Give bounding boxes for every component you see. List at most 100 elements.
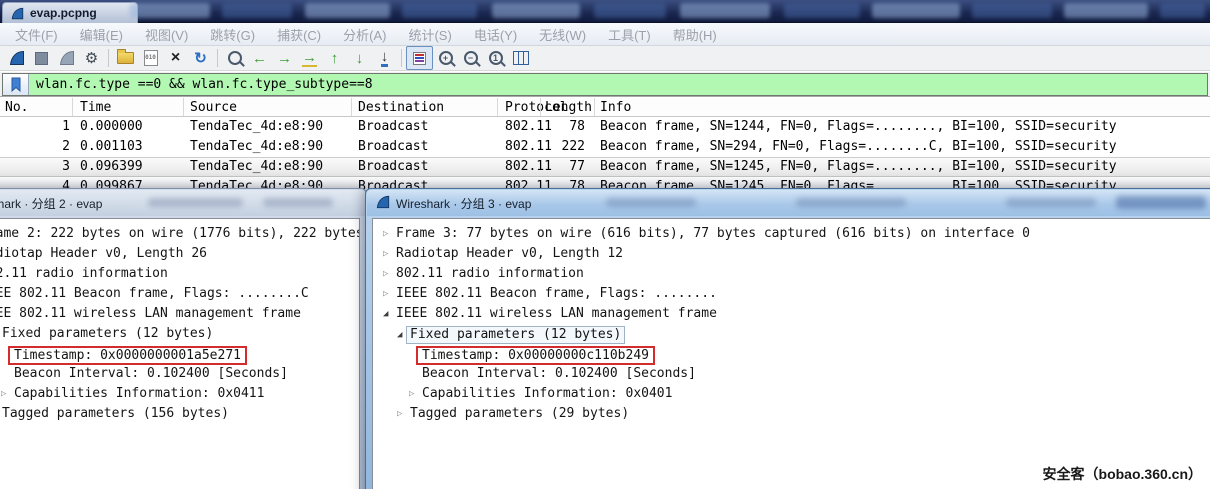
- expander-icon[interactable]: [1, 389, 14, 399]
- tree-row-label: Tagged parameters (156 bytes): [2, 406, 229, 421]
- taskbar-ghost-tab[interactable]: [680, 3, 770, 18]
- tree-row[interactable]: IEEE 802.11 Beacon frame, Flags: .......…: [0, 286, 359, 306]
- go-forward-icon[interactable]: →: [272, 47, 297, 69]
- packet-row-2[interactable]: 2 0.001103 TendaTec_4d:e8:90 Broadcast 8…: [0, 137, 1210, 157]
- menu-tools[interactable]: 工具(T): [597, 25, 662, 44]
- column-header-source[interactable]: Source: [190, 100, 237, 115]
- taskbar-ghost-tab[interactable]: [872, 3, 960, 18]
- filter-bar: [0, 72, 1210, 97]
- restart-capture-icon[interactable]: [54, 47, 79, 69]
- menu-file[interactable]: 文件(F): [4, 25, 69, 44]
- menu-analyze[interactable]: 分析(A): [332, 25, 397, 44]
- zoom-in-icon[interactable]: +: [433, 47, 458, 69]
- menu-capture[interactable]: 捕获(C): [266, 25, 332, 44]
- expander-icon[interactable]: [383, 269, 396, 279]
- tree-row[interactable]: 802.11 radio information: [373, 266, 1210, 286]
- tree-row[interactable]: Tagged parameters (29 bytes): [373, 406, 1210, 426]
- menu-help[interactable]: 帮助(H): [662, 25, 728, 44]
- display-filter-input[interactable]: [29, 74, 1207, 95]
- packet-list-header: No. Time Source Destination Protocol Len…: [0, 98, 1210, 117]
- go-to-packet-icon[interactable]: →: [297, 47, 322, 69]
- taskbar-ghost-tab[interactable]: [130, 3, 210, 18]
- tree-row[interactable]: IEEE 802.11 wireless LAN management fram…: [373, 306, 1210, 326]
- aero-ghost: [606, 198, 696, 207]
- window-titlebar[interactable]: Wireshark · 分组 2 · evap: [0, 189, 366, 216]
- column-header-no[interactable]: No.: [5, 100, 28, 115]
- taskbar-ghost-tab[interactable]: [784, 3, 860, 18]
- expander-icon[interactable]: [383, 249, 396, 259]
- stop-capture-icon[interactable]: [29, 47, 54, 69]
- tree-row[interactable]: IEEE 802.11 wireless LAN management fram…: [0, 306, 359, 326]
- expander-icon[interactable]: [383, 309, 396, 319]
- reload-file-icon[interactable]: ↻: [188, 47, 213, 69]
- tree-row[interactable]: Radiotap Header v0, Length 26: [0, 246, 359, 266]
- detail-window-packet-2: Wireshark · 分组 2 · evap Frame 2: 222 byt…: [0, 188, 367, 489]
- tree-row-timestamp[interactable]: Timestamp: 0x0000000001a5e271: [0, 346, 359, 366]
- column-header-info[interactable]: Info: [600, 100, 631, 115]
- packet-row-3-selected[interactable]: 3 0.096399 TendaTec_4d:e8:90 Broadcast 8…: [0, 157, 1210, 177]
- taskbar-ghost-tab[interactable]: [305, 3, 390, 18]
- expander-icon[interactable]: [397, 409, 410, 419]
- cell-no: 2: [10, 137, 70, 157]
- start-capture-icon[interactable]: [4, 47, 29, 69]
- filter-bookmark-button[interactable]: [3, 74, 29, 95]
- open-file-icon[interactable]: [113, 47, 138, 69]
- menu-telephony[interactable]: 电话(Y): [463, 25, 528, 44]
- close-file-icon[interactable]: ×: [163, 47, 188, 69]
- menu-view[interactable]: 视图(V): [134, 25, 199, 44]
- menu-go[interactable]: 跳转(G): [199, 25, 266, 44]
- menu-edit[interactable]: 编辑(E): [69, 25, 134, 44]
- tree-row[interactable]: Capabilities Information: 0x0411: [0, 386, 359, 406]
- column-header-destination[interactable]: Destination: [358, 100, 444, 115]
- cell-time: 0.096399: [80, 158, 143, 176]
- save-file-icon[interactable]: 010: [138, 47, 163, 69]
- cell-length: 77: [525, 158, 585, 176]
- tree-row[interactable]: 802.11 radio information: [0, 266, 359, 286]
- find-packet-icon[interactable]: [222, 47, 247, 69]
- go-first-packet-icon[interactable]: ↑: [322, 47, 347, 69]
- tree-row-label: 802.11 radio information: [396, 266, 584, 281]
- column-header-length[interactable]: Length: [545, 100, 592, 115]
- tree-row-timestamp[interactable]: Timestamp: 0x00000000c110b249: [373, 346, 1210, 366]
- colorize-packets-icon[interactable]: [406, 46, 433, 70]
- tree-row[interactable]: Beacon Interval: 0.102400 [Seconds]: [0, 366, 359, 386]
- taskbar-ghost-tab[interactable]: [972, 3, 1052, 18]
- menu-statistics[interactable]: 统计(S): [397, 25, 462, 44]
- screen: evap.pcpng 文件(F) 编辑(E) 视图(V) 跳转(G) 捕获(C)…: [0, 0, 1210, 489]
- taskbar-ghost-tab[interactable]: [222, 3, 292, 18]
- tree-row[interactable]: Frame 3: 77 bytes on wire (616 bits), 77…: [373, 226, 1210, 246]
- go-last-packet-icon[interactable]: ↓: [347, 47, 372, 69]
- tree-row[interactable]: Fixed parameters (12 bytes): [0, 326, 359, 346]
- resize-columns-icon[interactable]: [508, 47, 533, 69]
- packet-row-1[interactable]: 1 0.000000 TendaTec_4d:e8:90 Broadcast 8…: [0, 117, 1210, 137]
- cell-no: 3: [10, 158, 70, 176]
- tree-row[interactable]: Radiotap Header v0, Length 12: [373, 246, 1210, 266]
- taskbar-ghost-tab[interactable]: [594, 3, 666, 18]
- tree-row[interactable]: Capabilities Information: 0x0401: [373, 386, 1210, 406]
- tree-row-label: Fixed parameters (12 bytes): [2, 326, 213, 341]
- tree-row[interactable]: Beacon Interval: 0.102400 [Seconds]: [373, 366, 1210, 386]
- taskbar-tab-active[interactable]: evap.pcpng: [2, 2, 138, 23]
- taskbar-ghost-tab[interactable]: [492, 3, 580, 18]
- cell-destination: Broadcast: [358, 117, 428, 137]
- column-header-time[interactable]: Time: [80, 100, 111, 115]
- expander-icon[interactable]: [409, 389, 422, 399]
- tree-row[interactable]: IEEE 802.11 Beacon frame, Flags: .......…: [373, 286, 1210, 306]
- taskbar-ghost-tab[interactable]: [1064, 3, 1148, 18]
- tree-row[interactable]: Frame 2: 222 bytes on wire (1776 bits), …: [0, 226, 359, 246]
- zoom-out-icon[interactable]: −: [458, 47, 483, 69]
- cell-destination: Broadcast: [358, 137, 428, 157]
- zoom-100-icon[interactable]: 1: [483, 47, 508, 69]
- tree-row-focused[interactable]: Fixed parameters (12 bytes): [373, 326, 1210, 346]
- focus-box: Fixed parameters (12 bytes): [406, 326, 625, 344]
- taskbar-ghost-tab[interactable]: [1160, 3, 1205, 18]
- window-titlebar[interactable]: Wireshark · 分组 3 · evap: [366, 189, 1210, 216]
- go-back-icon[interactable]: ←: [247, 47, 272, 69]
- auto-scroll-icon[interactable]: ↓: [372, 47, 397, 69]
- expander-icon[interactable]: [383, 229, 396, 239]
- taskbar-ghost-tab[interactable]: [402, 3, 477, 18]
- capture-options-icon[interactable]: ⚙: [79, 47, 104, 69]
- tree-row[interactable]: Tagged parameters (156 bytes): [0, 406, 359, 426]
- expander-icon[interactable]: [383, 289, 396, 299]
- menu-wireless[interactable]: 无线(W): [528, 25, 597, 44]
